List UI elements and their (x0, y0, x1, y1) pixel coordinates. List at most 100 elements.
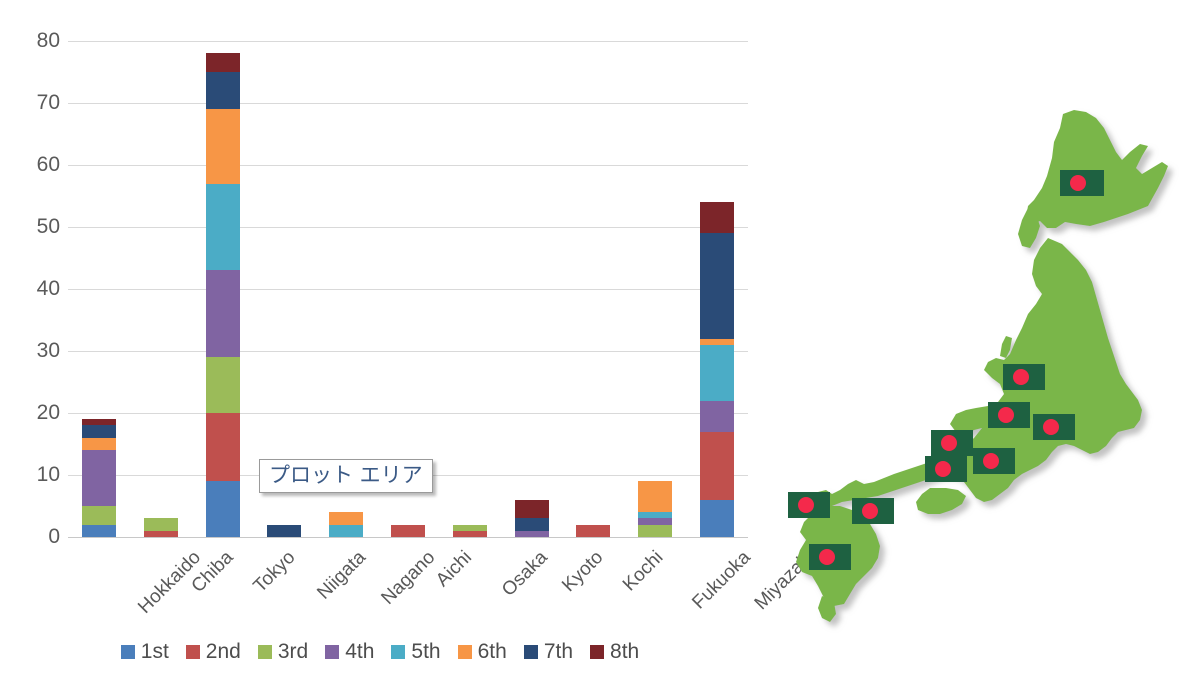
marker-tokyo (1033, 414, 1075, 440)
bangladesh-flag-icon (1060, 170, 1104, 196)
bar-segment-kochi-2nd[interactable] (576, 524, 611, 537)
legend-label-7th: 7th (543, 640, 574, 663)
marker-osaka (973, 448, 1015, 474)
bar-segment-hokkaido-7th[interactable] (81, 425, 116, 438)
bar-group-hokkaido[interactable] (81, 41, 116, 537)
y-axis-tick-label: 60 (36, 153, 60, 176)
japan-map-svg (796, 110, 1168, 622)
legend-label-4th: 4th (345, 640, 375, 663)
bangladesh-flag-icon (852, 498, 894, 524)
legend-item-8th[interactable]: 8th (590, 641, 639, 662)
marker-fukuoka (788, 492, 830, 518)
bar-segment-nagano-6th[interactable] (329, 512, 364, 525)
marker-hiroshima (852, 498, 894, 524)
bar-segment-tokyo-4th[interactable] (205, 270, 240, 358)
flag-dot-icon (819, 549, 835, 565)
bar-segment-fukuoka-6th[interactable] (638, 481, 673, 513)
marker-nagano (988, 402, 1030, 428)
bar-segment-hokkaido-8th[interactable] (81, 419, 116, 426)
bar-segment-miyazaki-5th[interactable] (700, 344, 735, 401)
x-axis-label-kyoto: Kyoto (557, 547, 608, 597)
legend-label-6th: 6th (477, 640, 507, 663)
marker-hokkaido (1060, 170, 1104, 196)
bar-segment-kyoto-7th[interactable] (514, 518, 549, 531)
legend-swatch-icon-2nd (185, 644, 200, 659)
plot-area-tooltip: プロット エリア (259, 459, 433, 494)
legend-item-2nd[interactable]: 2nd (185, 640, 241, 663)
legend-item-4th[interactable]: 4th (325, 641, 374, 662)
chart-legend: 1st 2nd 3rd 4th 5th 6th 7th 8th (0, 641, 760, 662)
bar-segment-fukuoka-3rd[interactable] (638, 524, 673, 537)
stacked-bar-chart: 0 10 20 30 40 50 60 70 80 Hokkaido Chiba Tokyo Niig… (0, 0, 818, 693)
bar-segment-chiba-3rd[interactable] (143, 518, 178, 531)
y-axis-tick-label: 70 (36, 91, 60, 114)
bar-segment-tokyo-5th[interactable] (205, 183, 240, 271)
bar-segment-kyoto-4th[interactable] (514, 530, 549, 537)
bar-group-fukuoka[interactable] (638, 41, 673, 537)
bar-segment-hokkaido-6th[interactable] (81, 437, 116, 451)
bar-segment-tokyo-8th[interactable] (205, 53, 240, 72)
japan-map (760, 0, 1200, 693)
x-axis-label-fukuoka: Fukuoka (688, 547, 755, 614)
y-axis-tick-label: 40 (36, 277, 60, 300)
bar-group-kyoto[interactable] (514, 41, 549, 537)
bar-group-kochi[interactable] (576, 41, 611, 537)
legend-label-1st: 1st (140, 640, 169, 663)
legend-label-2nd: 2nd (205, 640, 241, 663)
legend-swatch-icon-1st (120, 644, 135, 659)
bangladesh-flag-icon (973, 448, 1015, 474)
flag-dot-icon (1043, 419, 1059, 435)
x-axis-label-tokyo: Tokyo (249, 547, 300, 597)
legend-label-3rd: 3rd (277, 640, 309, 663)
bar-segment-miyazaki-6th[interactable] (700, 338, 735, 345)
chart-and-map-figure: 0 10 20 30 40 50 60 70 80 Hokkaido Chiba Tokyo Niig… (0, 0, 1200, 693)
bar-segment-fukuoka-4th[interactable] (638, 518, 673, 525)
bar-segment-osaka-3rd[interactable] (452, 524, 487, 531)
x-axis-label-osaka: Osaka (497, 547, 552, 601)
flag-dot-icon (983, 453, 999, 469)
bar-segment-kyoto-8th[interactable] (514, 499, 549, 519)
bar-segment-chiba-2nd[interactable] (143, 530, 178, 537)
flag-dot-icon (798, 497, 814, 513)
bar-segment-osaka-2nd[interactable] (452, 530, 487, 537)
y-axis-tick-label: 50 (36, 215, 60, 238)
bar-segment-miyazaki-1st[interactable] (700, 499, 735, 537)
bar-segment-miyazaki-8th[interactable] (700, 202, 735, 234)
bar-segment-tokyo-7th[interactable] (205, 72, 240, 110)
bar-segment-hokkaido-4th[interactable] (81, 450, 116, 506)
legend-item-1st[interactable]: 1st (120, 640, 169, 663)
y-axis-tick-label: 0 (48, 525, 60, 548)
bar-segment-niigata-7th[interactable] (267, 524, 302, 537)
bar-segment-hokkaido-3rd[interactable] (81, 506, 116, 525)
legend-item-7th[interactable]: 7th (523, 640, 574, 663)
legend-swatch-icon-5th (391, 644, 406, 659)
bar-segment-tokyo-6th[interactable] (205, 109, 240, 184)
bar-segment-miyazaki-7th[interactable] (700, 233, 735, 339)
bar-segment-miyazaki-4th[interactable] (700, 400, 735, 432)
bar-segment-tokyo-2nd[interactable] (205, 413, 240, 482)
y-axis-tick-label: 20 (36, 401, 60, 424)
bangladesh-flag-icon (1033, 414, 1075, 440)
legend-item-3rd[interactable]: 3rd (257, 640, 309, 663)
x-axis-label-aichi: Aichi (432, 547, 477, 591)
bar-segment-tokyo-1st[interactable] (205, 481, 240, 537)
bar-group-miyazaki[interactable] (700, 41, 735, 537)
bar-segment-fukuoka-5th[interactable] (638, 512, 673, 519)
japan-landmass (796, 110, 1168, 622)
legend-item-6th[interactable]: 6th (457, 640, 507, 663)
bar-group-osaka[interactable] (452, 41, 487, 537)
legend-label-5th: 5th (411, 640, 441, 663)
legend-item-5th[interactable]: 5th (391, 640, 441, 663)
bangladesh-flag-icon (788, 492, 830, 518)
bar-segment-aichi-2nd[interactable] (391, 524, 425, 537)
marker-miyazaki (809, 544, 851, 570)
bar-segment-miyazaki-2nd[interactable] (700, 431, 735, 500)
bar-segment-nagano-5th[interactable] (329, 524, 364, 537)
bar-group-chiba[interactable] (143, 41, 178, 537)
flag-dot-icon (1070, 175, 1086, 191)
bar-segment-hokkaido-1st[interactable] (81, 524, 116, 537)
bar-segment-tokyo-3rd[interactable] (205, 357, 240, 413)
bangladesh-flag-icon (988, 402, 1030, 428)
x-axis-label-niigata: Niigata (313, 547, 371, 604)
bar-group-tokyo[interactable] (205, 41, 240, 537)
